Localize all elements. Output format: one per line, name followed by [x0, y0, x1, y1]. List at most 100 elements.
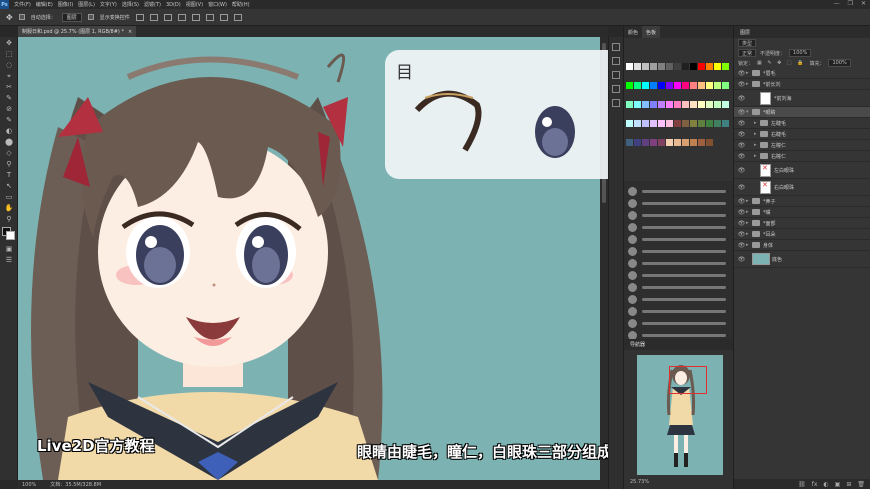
status-zoom[interactable]: 100% [22, 482, 36, 488]
layer-row[interactable]: 👁 ▸ *鼻子 [734, 196, 870, 207]
tab-navigator[interactable]: 导航器 [624, 339, 734, 350]
menu-type[interactable]: 文字(Y) [100, 1, 117, 8]
color-swatch[interactable] [714, 82, 721, 89]
visibility-eye-icon[interactable]: 👁 [737, 220, 746, 227]
align-right-icon[interactable] [163, 13, 172, 21]
color-swatch[interactable] [666, 63, 673, 70]
color-swatch[interactable] [626, 82, 633, 89]
layer-row[interactable]: 👁 ▸ 身体 [734, 240, 870, 251]
tab-swatches[interactable]: 色板 [642, 26, 661, 38]
3d-pan-icon[interactable] [233, 13, 242, 21]
path-select-tool[interactable]: ↖ [3, 182, 15, 190]
visibility-eye-icon[interactable]: 👁 [737, 95, 746, 102]
color-swatch[interactable] [658, 139, 665, 146]
new-layer-icon[interactable]: ⊞ [846, 481, 851, 488]
visibility-eye-icon[interactable]: 👁 [737, 242, 746, 249]
layer-row[interactable]: 👁 *前刘海 [734, 90, 870, 107]
color-swatch[interactable] [706, 82, 713, 89]
color-swatch[interactable] [722, 82, 729, 89]
align-top-icon[interactable] [177, 13, 186, 21]
visibility-eye-icon[interactable]: 👁 [737, 81, 746, 88]
healing-tool[interactable]: ⊘ [3, 105, 15, 113]
brush-tool[interactable]: ✎ [3, 116, 15, 124]
auto-select-checkbox[interactable] [18, 14, 25, 20]
color-swatch[interactable] [634, 63, 641, 70]
color-swatch[interactable] [634, 120, 641, 127]
brush-preset[interactable] [626, 235, 730, 244]
color-swatch[interactable] [642, 63, 649, 70]
screen-mode-tool[interactable]: ☰ [3, 256, 15, 264]
fill-input[interactable]: 100% [828, 59, 851, 67]
color-swatch[interactable] [626, 63, 633, 70]
color-swatch[interactable] [682, 63, 689, 70]
zoom-tool[interactable]: ⚲ [3, 215, 15, 223]
properties-panel-icon[interactable] [612, 71, 620, 79]
menu-filter[interactable]: 滤镜(T) [144, 1, 161, 8]
tab-color[interactable]: 颜色 [624, 26, 642, 38]
shape-tool[interactable]: ▭ [3, 193, 15, 201]
align-middle-icon[interactable] [191, 13, 200, 21]
auto-select-dropdown[interactable]: 图层 [61, 12, 82, 22]
color-swatch[interactable] [714, 63, 721, 70]
dodge-tool[interactable]: ⚲ [3, 160, 15, 168]
color-swatch[interactable] [682, 101, 689, 108]
color-swatch[interactable] [698, 120, 705, 127]
visibility-eye-icon[interactable]: 👁 [737, 131, 746, 138]
transform-controls-checkbox[interactable] [87, 14, 94, 20]
navigator-view-rect[interactable] [669, 366, 707, 394]
color-swatch[interactable] [690, 63, 697, 70]
character-panel-icon[interactable] [612, 85, 620, 93]
layer-row[interactable]: 👁 ▸ *眉毛 [734, 68, 870, 79]
gradient-tool[interactable]: ◇ [3, 149, 15, 157]
type-tool[interactable]: T [3, 171, 15, 179]
menu-image[interactable]: 图像(I) [58, 1, 73, 8]
menu-select[interactable]: 选择(S) [122, 1, 139, 8]
opacity-input[interactable]: 100% [789, 49, 812, 57]
color-swatch[interactable] [626, 120, 633, 127]
visibility-eye-icon[interactable]: 👁 [737, 231, 746, 238]
layer-row[interactable]: 👁 ▸ 右瞳仁 [734, 151, 870, 162]
color-swatch[interactable] [682, 120, 689, 127]
color-swatch[interactable] [626, 139, 633, 146]
color-swatch[interactable] [650, 120, 657, 127]
color-swatch[interactable] [626, 101, 633, 108]
color-swatch[interactable] [698, 139, 705, 146]
visibility-eye-icon[interactable]: 👁 [737, 167, 746, 174]
color-swatch[interactable] [722, 63, 729, 70]
visibility-eye-icon[interactable]: 👁 [737, 142, 746, 149]
stamp-tool[interactable]: ◐ [3, 127, 15, 135]
layer-row[interactable]: 👁 右白眼珠 [734, 179, 870, 196]
color-swatch[interactable] [642, 120, 649, 127]
color-swatch[interactable] [674, 63, 681, 70]
minimize-button[interactable]: — [834, 0, 840, 7]
color-swatch[interactable] [714, 120, 721, 127]
color-swatch[interactable] [634, 82, 641, 89]
menu-edit[interactable]: 编辑(E) [36, 1, 53, 8]
color-swatch[interactable] [642, 82, 649, 89]
layer-row[interactable]: 👁 左白眼珠 [734, 162, 870, 179]
layer-row[interactable]: 👁 ▸ 右睫毛 [734, 129, 870, 140]
history-panel-icon[interactable] [612, 43, 620, 51]
color-swatch[interactable] [674, 139, 681, 146]
color-swatch[interactable] [650, 101, 657, 108]
navigator-preview[interactable] [637, 355, 723, 475]
menu-help[interactable]: 帮助(H) [232, 1, 250, 8]
brush-preset[interactable] [626, 211, 730, 220]
color-swatch[interactable] [666, 82, 673, 89]
color-swatch[interactable] [682, 139, 689, 146]
color-swatch[interactable] [698, 63, 705, 70]
menu-view[interactable]: 视图(V) [186, 1, 203, 8]
brush-preset[interactable] [626, 187, 730, 196]
eyedropper-tool[interactable]: ✎ [3, 94, 15, 102]
layer-row[interactable]: 👁 ▾ *眼睛 [734, 107, 870, 118]
eraser-tool[interactable]: ⬤ [3, 138, 15, 146]
brush-preset[interactable] [626, 295, 730, 304]
color-swatch[interactable] [658, 120, 665, 127]
layer-row[interactable]: 👁 ▸ *嘴 [734, 207, 870, 218]
move-tool[interactable]: ✥ [3, 39, 15, 47]
layer-row[interactable]: 👁 ▸ 左睫毛 [734, 118, 870, 129]
color-swatch[interactable] [658, 63, 665, 70]
visibility-eye-icon[interactable]: 👁 [737, 120, 746, 127]
color-swatch[interactable] [722, 120, 729, 127]
color-swatch[interactable] [650, 139, 657, 146]
